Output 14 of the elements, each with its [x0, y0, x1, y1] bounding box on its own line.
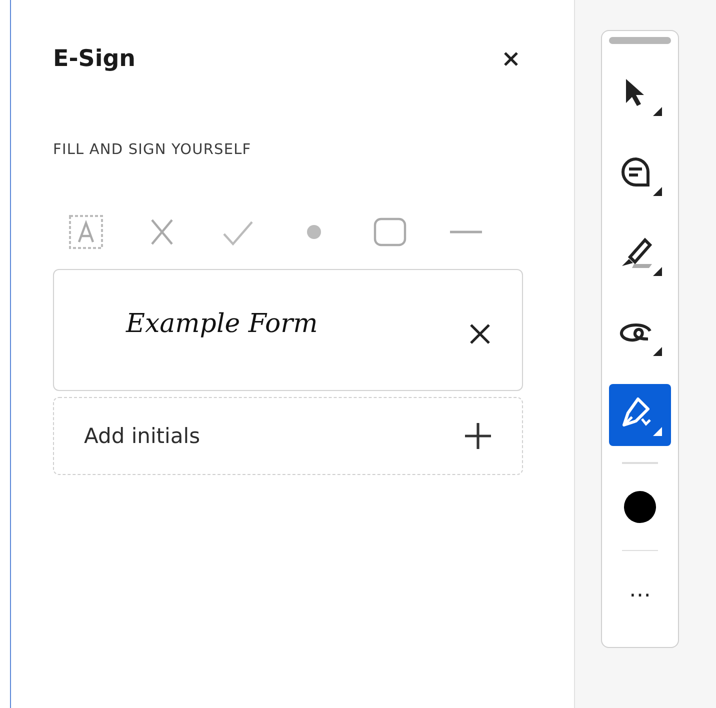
signature-text: Example Form — [126, 309, 318, 339]
text-field-icon[interactable] — [68, 214, 104, 250]
panel-title: E-Sign — [53, 46, 136, 72]
drag-handle[interactable] — [609, 37, 671, 44]
remove-button[interactable] — [468, 322, 492, 346]
section-heading: FILL AND SIGN YOURSELF — [53, 142, 252, 158]
color-swatch-icon[interactable] — [623, 490, 657, 524]
signature-card[interactable]: Example Form — [53, 269, 523, 391]
add-initials-button[interactable]: Add initials — [53, 397, 523, 475]
plus-icon — [464, 422, 492, 450]
add-initials-label: Add initials — [84, 424, 200, 448]
more-button[interactable]: ⋯ — [619, 579, 661, 612]
close-icon — [503, 51, 519, 67]
close-icon — [468, 322, 492, 346]
